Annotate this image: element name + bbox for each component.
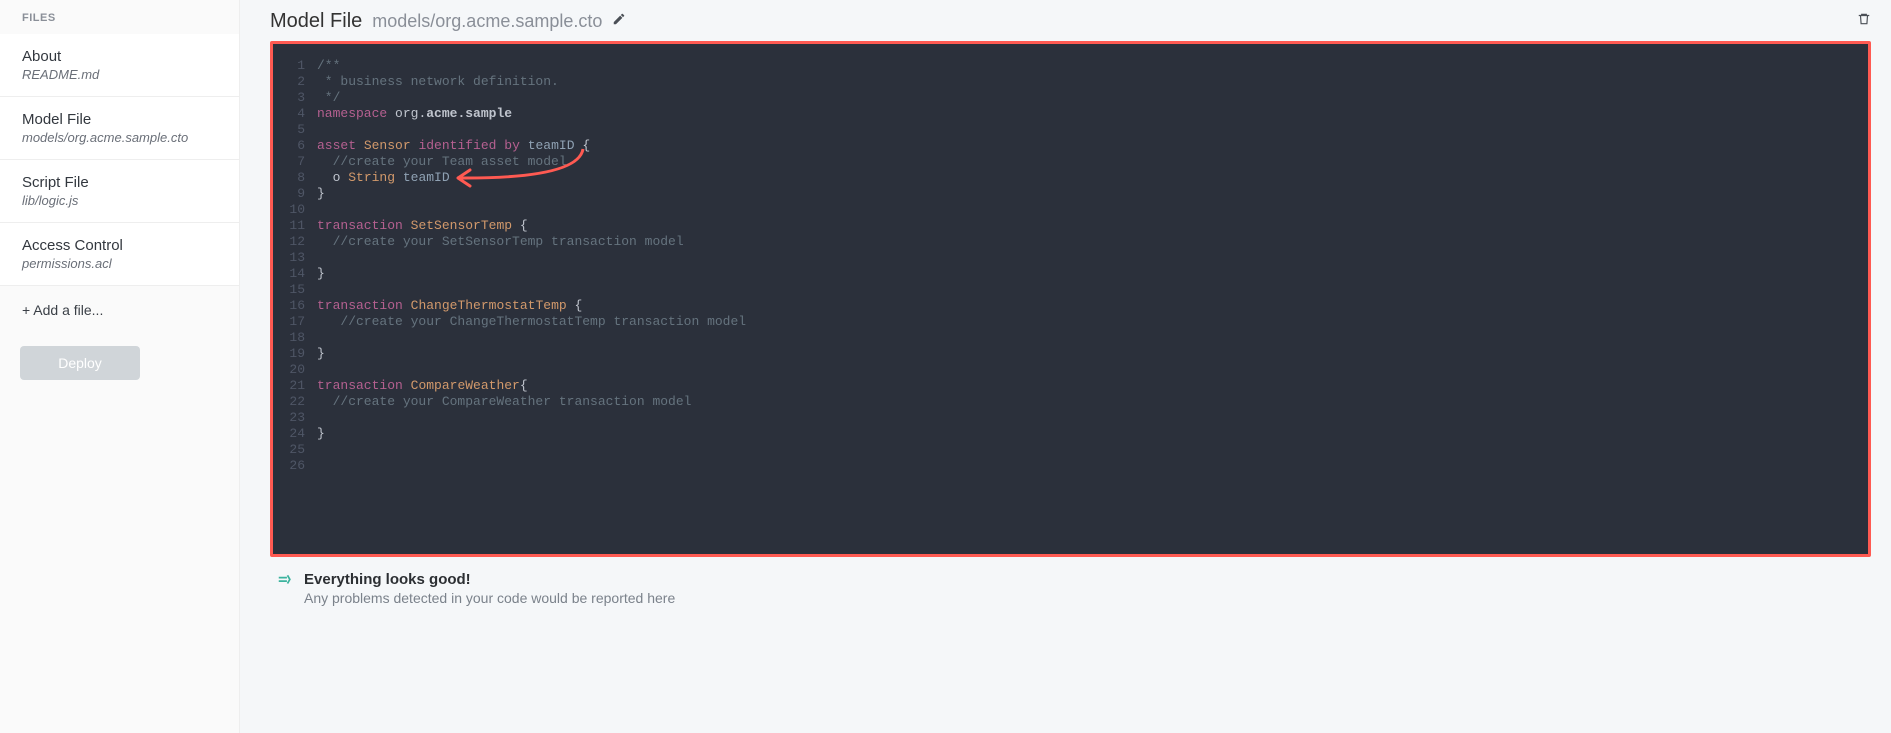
file-item-sub: permissions.acl <box>22 256 217 271</box>
file-item-acl[interactable]: Access Control permissions.acl <box>0 223 239 286</box>
trash-icon[interactable] <box>1857 11 1871 32</box>
file-item-sub: models/org.acme.sample.cto <box>22 130 217 145</box>
editor-header: Model File models/org.acme.sample.cto <box>270 0 1871 41</box>
files-sidebar: FILES About README.md Model File models/… <box>0 0 240 733</box>
add-file-button[interactable]: + Add a file... <box>0 286 239 334</box>
code-editor[interactable]: 1234567891011121314151617181920212223242… <box>270 41 1871 557</box>
file-item-title: Model File <box>22 111 217 128</box>
pencil-icon[interactable] <box>612 12 626 31</box>
file-item-title: About <box>22 48 217 65</box>
status-ok-icon <box>276 571 292 590</box>
main-panel: Model File models/org.acme.sample.cto 12… <box>240 0 1891 733</box>
code-content[interactable]: /** * business network definition. */nam… <box>313 44 1868 554</box>
files-header: FILES <box>0 6 239 34</box>
editor-path: models/org.acme.sample.cto <box>372 11 602 32</box>
deploy-button[interactable]: Deploy <box>20 346 140 380</box>
status-title: Everything looks good! <box>304 571 675 588</box>
file-item-about[interactable]: About README.md <box>0 34 239 97</box>
file-item-title: Script File <box>22 174 217 191</box>
file-item-script[interactable]: Script File lib/logic.js <box>0 160 239 223</box>
line-gutter: 1234567891011121314151617181920212223242… <box>273 44 313 554</box>
status-bar: Everything looks good! Any problems dete… <box>270 557 1871 606</box>
file-item-sub: lib/logic.js <box>22 193 217 208</box>
file-item-title: Access Control <box>22 237 217 254</box>
editor-title: Model File <box>270 10 362 33</box>
file-item-model[interactable]: Model File models/org.acme.sample.cto <box>0 97 239 160</box>
status-subtitle: Any problems detected in your code would… <box>304 590 675 606</box>
file-item-sub: README.md <box>22 67 217 82</box>
